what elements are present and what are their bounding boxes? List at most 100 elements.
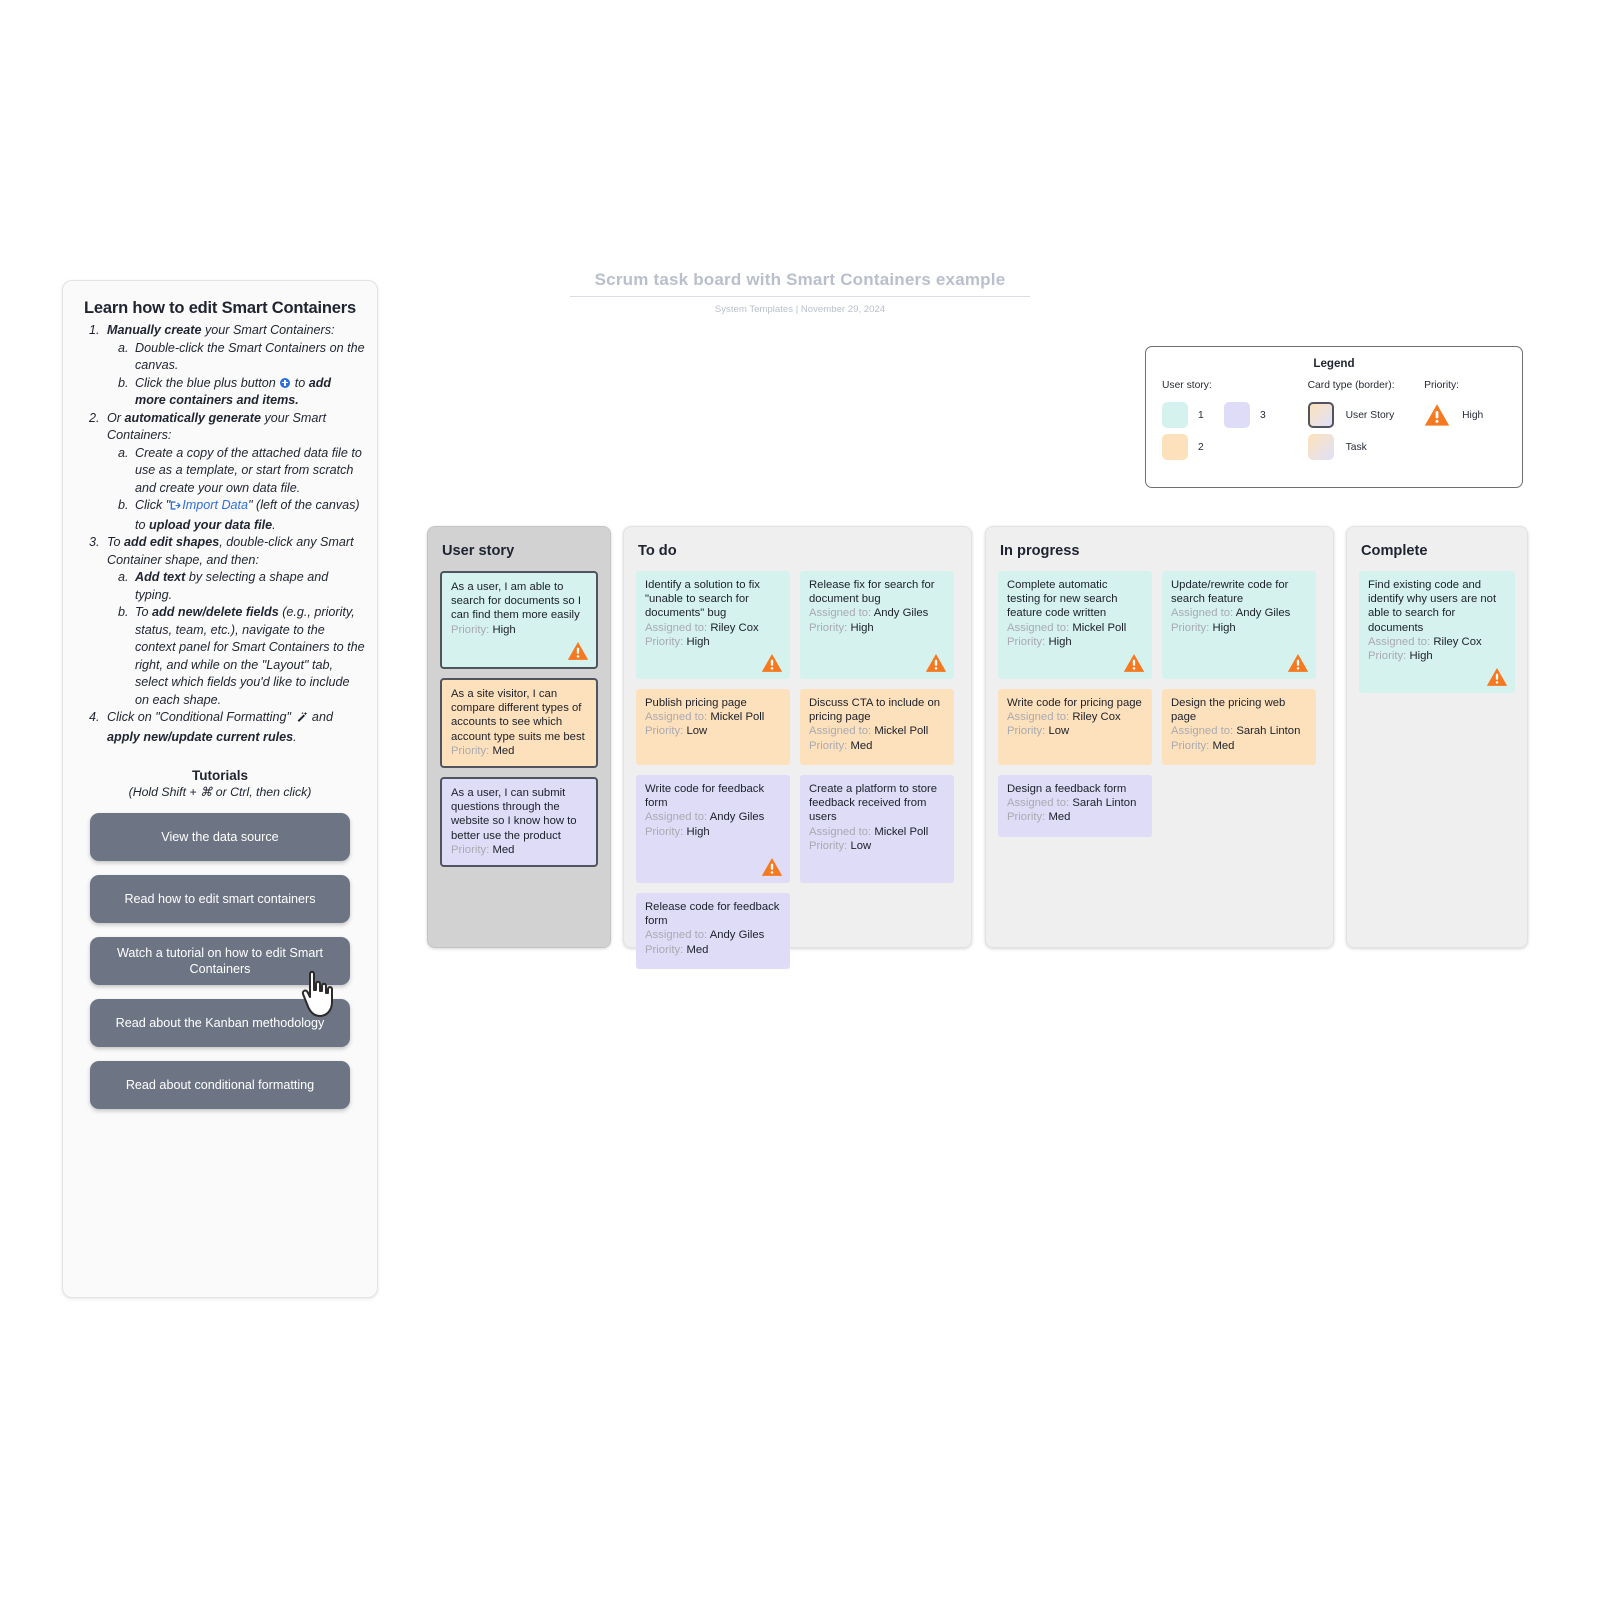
warning-triangle-icon xyxy=(761,857,783,877)
step3b-bold: add new/delete fields xyxy=(152,605,279,619)
step2-bold: automatically generate xyxy=(124,410,261,425)
board-column-in-progress[interactable]: In progress Complete automatic testing f… xyxy=(985,526,1334,948)
card-priority-value: Med xyxy=(492,843,515,856)
legend-user-story-row-2: 2 xyxy=(1162,431,1308,463)
column-title: Complete xyxy=(1361,543,1428,559)
board-card[interactable]: Complete automatic testing for new searc… xyxy=(998,571,1152,679)
step3a-bold: Add text xyxy=(135,570,186,584)
card-priority-label: Priority: xyxy=(645,635,684,648)
board-card[interactable]: Publish pricing page Assigned to: Mickel … xyxy=(636,689,790,765)
legend-card-type-user-story-label: User Story xyxy=(1345,409,1395,421)
instruction-step-1: Manually create your Smart Containers: D… xyxy=(103,322,365,410)
board-card[interactable]: As a site visitor, I can compare differe… xyxy=(440,678,598,769)
instruction-step-3-sublist: Add text by selecting a shape and typing… xyxy=(107,569,365,709)
card-priority-label: Priority: xyxy=(645,943,684,956)
card-priority-row: Priority: High xyxy=(1007,636,1072,648)
card-assigned-row: Assigned to: Riley Cox xyxy=(645,622,759,634)
board-card[interactable]: Design the pricing web page Assigned to: … xyxy=(1162,689,1316,765)
board-card[interactable]: As a user, I am able to search for docum… xyxy=(440,571,598,669)
panel-title: Learn how to edit Smart Containers xyxy=(84,299,356,317)
card-title: Complete automatic testing for new searc… xyxy=(1007,579,1118,620)
instruction-step-4: Click on "Conditional Formatting" and ap… xyxy=(103,709,365,746)
card-title: Release fix for search for document bug xyxy=(809,579,935,606)
tutorial-button-view-data-source[interactable]: View the data source xyxy=(90,813,350,861)
card-assigned-value: Andy Giles xyxy=(709,929,765,942)
board-column-complete[interactable]: Complete Find existing code and identify… xyxy=(1346,526,1528,948)
instructions-list: Manually create your Smart Containers: D… xyxy=(75,322,365,746)
step1b-pre: Click the blue plus button xyxy=(135,375,280,390)
card-priority-row: Priority: Med xyxy=(1007,811,1070,823)
board-card[interactable]: Write code for pricing page Assigned to: … xyxy=(998,689,1152,765)
board-card[interactable]: Identify a solution to fix "unable to se… xyxy=(636,571,790,679)
card-priority-row: Priority: High xyxy=(809,622,874,634)
board-card[interactable]: Release fix for search for document bug A… xyxy=(800,571,954,679)
card-priority-value: Med xyxy=(492,744,515,757)
instruction-step-1-sublist: Double-click the Smart Containers on the… xyxy=(107,340,365,410)
card-assigned-label: Assigned to: xyxy=(1368,635,1431,648)
board-card[interactable]: Find existing code and identify why user… xyxy=(1359,571,1515,693)
column-title: In progress xyxy=(1000,543,1080,559)
card-assigned-value: Mickel Poll xyxy=(710,711,765,724)
tutorial-button-read-edit-smart-containers[interactable]: Read how to edit smart containers xyxy=(90,875,350,923)
column-title: To do xyxy=(638,543,677,559)
card-assigned-value: Riley Cox xyxy=(1433,635,1482,648)
board-card[interactable]: Update/rewrite code for search feature As… xyxy=(1162,571,1316,679)
board-column-to-do[interactable]: To do Identify a solution to fix "unable… xyxy=(623,526,972,969)
card-priority-label: Priority: xyxy=(1368,650,1407,663)
warning-triangle-icon xyxy=(1123,653,1145,673)
step4-bold: apply new/update current rules xyxy=(107,729,294,744)
card-priority-value: Low xyxy=(686,725,708,738)
card-priority-value: High xyxy=(686,825,710,838)
step2b-pre: Click " xyxy=(135,498,171,512)
card-title: Write code for pricing page xyxy=(1007,697,1142,709)
card-assigned-row: Assigned to: Andy Giles xyxy=(1171,607,1290,619)
board-card[interactable]: Discuss CTA to include on pricing page As… xyxy=(800,689,954,765)
card-priority-value: High xyxy=(492,623,516,636)
card-assigned-row: Assigned to: Andy Giles xyxy=(809,607,928,619)
board-column-user-story[interactable]: User story As a user, I am able to searc… xyxy=(427,526,611,948)
card-title: Release code for feedback form xyxy=(645,901,780,928)
card-assigned-value: Riley Cox xyxy=(1072,711,1121,724)
board-card[interactable]: As a user, I can submit questions throug… xyxy=(440,777,598,868)
card-assigned-value: Mickel Poll xyxy=(874,725,929,738)
tutorial-button-conditional-formatting[interactable]: Read about conditional formatting xyxy=(90,1061,350,1109)
legend-card-type-heading: Card type (border): xyxy=(1307,380,1395,391)
card-assigned-label: Assigned to: xyxy=(1007,621,1070,634)
card-assigned-row: Assigned to: Andy Giles xyxy=(645,811,764,823)
card-assigned-value: Mickel Poll xyxy=(874,825,929,838)
tutorials-heading: Tutorials xyxy=(191,768,248,783)
import-data-link[interactable]: Import Data xyxy=(182,498,248,512)
card-priority-value: High xyxy=(1212,621,1236,634)
warning-triangle-icon xyxy=(1486,667,1508,687)
card-assigned-value: Andy Giles xyxy=(873,607,929,620)
card-assigned-row: Assigned to: Riley Cox xyxy=(1368,636,1482,648)
warning-triangle-icon xyxy=(761,653,783,673)
blue-plus-icon[interactable] xyxy=(280,377,291,388)
legend-card-type-task-label: Task xyxy=(1345,441,1367,453)
card-assigned-label: Assigned to: xyxy=(645,811,708,824)
card-title: Publish pricing page xyxy=(645,697,747,709)
card-title: Design the pricing web page xyxy=(1171,697,1286,724)
card-priority-value: Med xyxy=(1212,739,1235,752)
card-priority-label: Priority: xyxy=(645,725,684,738)
instruction-step-2: Or automatically generate your Smart Con… xyxy=(103,410,365,535)
column-cards: As a user, I am able to search for docum… xyxy=(440,571,598,868)
card-assigned-value: Mickel Poll xyxy=(1072,621,1127,634)
card-priority-row: Priority: High xyxy=(1171,622,1236,634)
board-card[interactable]: Create a platform to store feedback rece… xyxy=(800,775,954,883)
step4-end: . xyxy=(293,729,297,744)
legend-card-type-row-task: Task xyxy=(1307,431,1424,463)
card-priority-label: Priority: xyxy=(451,744,490,757)
card-priority-row: Priority: Low xyxy=(1007,725,1069,737)
board-card[interactable]: Release code for feedback form Assigned t… xyxy=(636,893,790,969)
card-priority-row: Priority: High xyxy=(645,636,710,648)
legend-card-type-group: Card type (border): User Story Task xyxy=(1307,380,1424,463)
step3-bold: add edit shapes xyxy=(124,535,220,549)
legend-panel: Legend User story: 1 3 2 Card type (bord… xyxy=(1145,346,1523,488)
legend-priority-heading: Priority: xyxy=(1424,380,1459,391)
hand-cursor-icon xyxy=(300,968,348,1020)
card-priority-row: Priority: High xyxy=(451,624,516,636)
board-card[interactable]: Design a feedback form Assigned to: Sarah… xyxy=(998,775,1152,837)
board-card[interactable]: Write code for feedback form Assigned to:… xyxy=(636,775,790,883)
instructions-panel: Learn how to edit Smart Containers Manua… xyxy=(62,280,378,1298)
